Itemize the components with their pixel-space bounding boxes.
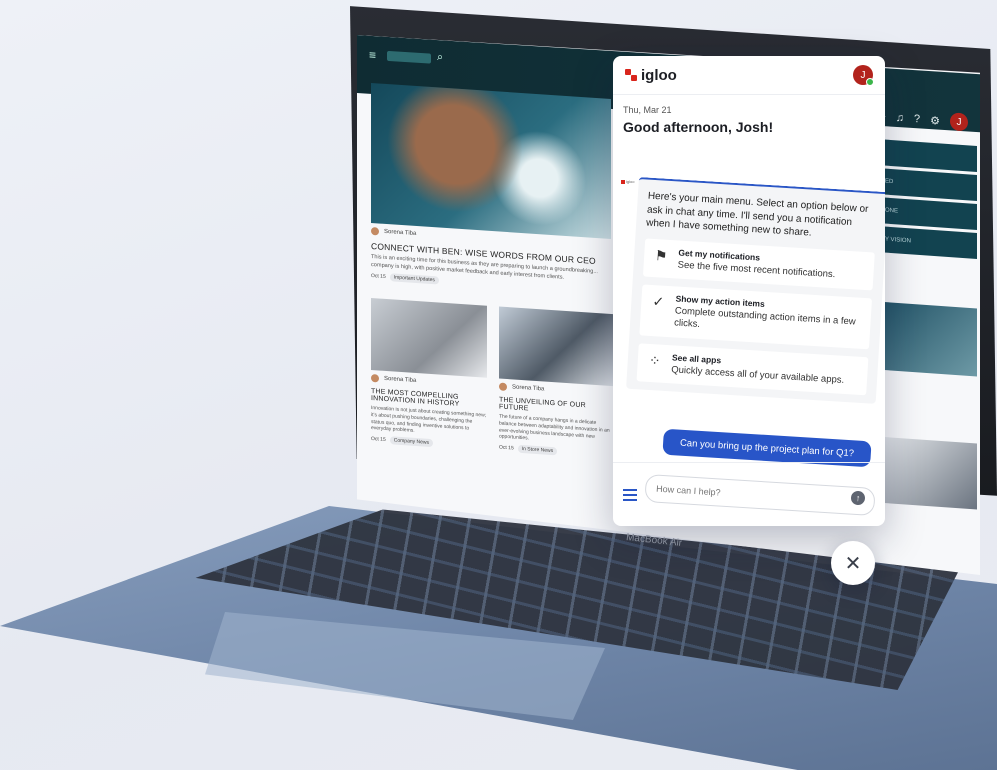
- menu-icon[interactable]: [623, 488, 637, 501]
- news-feed: Sorena Tiba CONNECT WITH BEN: WISE WORDS…: [371, 83, 621, 460]
- chat-panel: igloo J Thu, Mar 21 Good afternoon, Josh…: [613, 56, 885, 526]
- sidebar-link[interactable]: ED: [877, 168, 977, 201]
- check-circle-icon: ✓: [652, 292, 665, 310]
- igloo-logo-icon: [621, 179, 625, 184]
- bell-icon[interactable]: ♫: [896, 112, 904, 125]
- hero-image[interactable]: [371, 83, 611, 239]
- search-icon[interactable]: ⌕: [437, 51, 443, 64]
- chat-header: igloo J: [613, 56, 885, 95]
- card-date: Oct 15: [499, 444, 514, 452]
- card-tag[interactable]: In Store News: [517, 444, 558, 456]
- article-image: [499, 306, 615, 387]
- article-card[interactable]: Sorena Tiba THE UNVEILING OF OUR FUTURE …: [499, 306, 615, 460]
- chat-date: Thu, Mar 21: [623, 105, 672, 115]
- article-card[interactable]: Sorena Tiba THE MOST COMPELLING INNOVATI…: [371, 298, 487, 451]
- article-image: [371, 298, 487, 378]
- bot-intro: Here's your main menu. Select an option …: [645, 190, 869, 239]
- card-excerpt: The future of a company hangs in a delic…: [499, 413, 610, 442]
- card-author: Sorena Tiba: [512, 384, 545, 393]
- chat-body: Thu, Mar 21 Good afternoon, Josh! igloo …: [613, 95, 885, 468]
- close-icon: ✕: [844, 552, 862, 575]
- flag-icon: ⚑: [654, 246, 669, 264]
- author-avatar: [499, 382, 507, 392]
- user-avatar[interactable]: J: [853, 65, 874, 86]
- close-chat-button[interactable]: ✕: [831, 541, 875, 585]
- card-tag[interactable]: Company News: [389, 436, 434, 448]
- brand-name: igloo: [641, 66, 677, 84]
- sidebar-image[interactable]: [877, 436, 977, 510]
- hero-tag[interactable]: Important Updates: [389, 273, 439, 285]
- intranet-sidebar: ED ONE Y VISION: [877, 139, 977, 262]
- card-date: Oct 15: [371, 436, 386, 444]
- bot-message: Here's your main menu. Select an option …: [626, 177, 885, 404]
- bot-label: igloo: [626, 179, 635, 184]
- option-get-notifications[interactable]: ⚑ Get my notifications See the five most…: [642, 237, 875, 291]
- chat-input[interactable]: [644, 473, 876, 516]
- help-icon[interactable]: ?: [914, 113, 920, 125]
- article-cards: Sorena Tiba THE MOST COMPELLING INNOVATI…: [371, 298, 621, 460]
- chat-composer: ↑: [613, 462, 885, 526]
- sidebar-link[interactable]: [877, 139, 977, 172]
- option-show-action-items[interactable]: ✓ Show my action items Complete outstand…: [639, 284, 873, 349]
- topbar-avatar[interactable]: J: [950, 112, 968, 132]
- sidebar-link[interactable]: Y VISION: [877, 226, 977, 259]
- bot-avatar: igloo: [621, 179, 634, 184]
- igloo-logo-icon: [625, 69, 637, 81]
- sidebar-image[interactable]: [877, 301, 977, 377]
- gear-icon[interactable]: ⚙: [930, 114, 940, 128]
- hero-date: Oct 15: [371, 273, 386, 281]
- hamburger-menu-icon[interactable]: ≡: [369, 48, 376, 62]
- hero-author: Sorena Tiba: [384, 228, 417, 238]
- sidebar-link[interactable]: ONE: [877, 197, 977, 230]
- intranet-logo[interactable]: [387, 50, 431, 64]
- author-avatar: [371, 374, 379, 383]
- brand: igloo: [625, 67, 677, 84]
- topbar-actions: + ♫ ? ⚙ J: [879, 108, 968, 132]
- card-excerpt: Innovation is not just about creating so…: [371, 405, 487, 435]
- author-avatar: [371, 227, 379, 236]
- apps-grid-icon: ⁘: [648, 351, 662, 369]
- greeting: Good afternoon, Josh!: [623, 119, 774, 135]
- card-author: Sorena Tiba: [384, 375, 417, 385]
- option-see-all-apps[interactable]: ⁘ See all apps Quickly access all of you…: [636, 342, 869, 396]
